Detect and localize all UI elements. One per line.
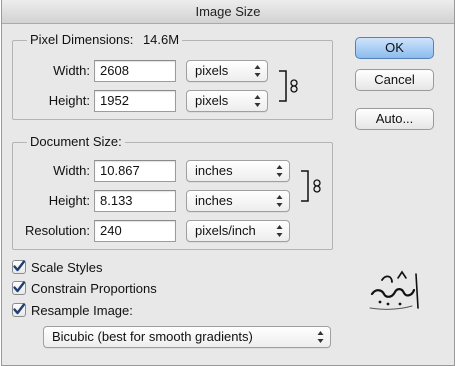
pixel-width-label: Width: <box>53 63 90 78</box>
pixel-link-bracket <box>279 70 287 102</box>
document-link-bracket <box>301 170 309 202</box>
up-down-arrows-icon <box>276 195 283 207</box>
pixel-width-unit-select[interactable]: pixels <box>186 60 268 82</box>
ok-button[interactable]: OK <box>355 37 434 59</box>
pixel-height-unit-select[interactable]: pixels <box>186 90 268 112</box>
resolution-input[interactable]: 240 <box>94 220 176 242</box>
doc-height-label: Height: <box>48 193 90 208</box>
resolution-unit-value: pixels/inch <box>195 223 256 238</box>
constrain-proportions-label[interactable]: Constrain Proportions <box>31 281 157 297</box>
pixel-width-input[interactable]: 2608 <box>94 60 176 82</box>
checkmark-icon <box>13 281 26 293</box>
up-down-arrows-icon <box>254 65 261 77</box>
doc-width-unit-value: inches <box>195 163 233 178</box>
pixel-height-input[interactable]: 1952 <box>94 90 176 112</box>
document-size-title: Document Size: <box>27 134 125 150</box>
up-down-arrows-icon <box>317 331 324 343</box>
pixel-dimensions-label: Pixel Dimensions: <box>30 32 134 47</box>
doc-height-unit-select[interactable]: inches <box>186 190 290 212</box>
up-down-arrows-icon <box>276 225 283 237</box>
resolution-label: Resolution: <box>24 223 90 238</box>
resample-method-value: Bicubic (best for smooth gradients) <box>52 329 253 344</box>
doc-height-input[interactable]: 8.133 <box>94 190 176 212</box>
constrain-proportions-checkbox[interactable] <box>12 281 26 295</box>
chain-link-icon <box>290 79 298 93</box>
pixel-width-unit-value: pixels <box>195 63 229 78</box>
chain-link-icon <box>313 179 321 193</box>
checkmark-icon <box>13 260 26 272</box>
resample-image-checkbox[interactable] <box>12 303 26 317</box>
doc-width-label: Width: <box>53 163 90 178</box>
pixel-dimensions-size: 14.6M <box>142 32 180 47</box>
cancel-button[interactable]: Cancel <box>355 69 434 91</box>
pixel-dimensions-title: Pixel Dimensions: 14.6M <box>27 32 183 48</box>
resolution-unit-select[interactable]: pixels/inch <box>186 220 290 242</box>
up-down-arrows-icon <box>276 165 283 177</box>
calligraphy-logo <box>369 270 419 310</box>
resample-method-select[interactable]: Bicubic (best for smooth gradients) <box>43 326 331 348</box>
pixel-height-label: Height: <box>48 93 90 108</box>
up-down-arrows-icon <box>254 95 261 107</box>
pixel-height-unit-value: pixels <box>195 93 229 108</box>
doc-height-unit-value: inches <box>195 193 233 208</box>
doc-width-unit-select[interactable]: inches <box>186 160 290 182</box>
auto-button[interactable]: Auto... <box>355 108 434 130</box>
scale-styles-checkbox[interactable] <box>12 260 26 274</box>
image-size-dialog: Image Size Pixel Dimensions: 14.6M Width… <box>1 0 455 366</box>
checkmark-icon <box>13 303 26 315</box>
window-title: Image Size <box>2 0 454 24</box>
scale-styles-label[interactable]: Scale Styles <box>31 260 103 276</box>
resample-image-label[interactable]: Resample Image: <box>31 303 133 319</box>
doc-width-input[interactable]: 10.867 <box>94 160 176 182</box>
